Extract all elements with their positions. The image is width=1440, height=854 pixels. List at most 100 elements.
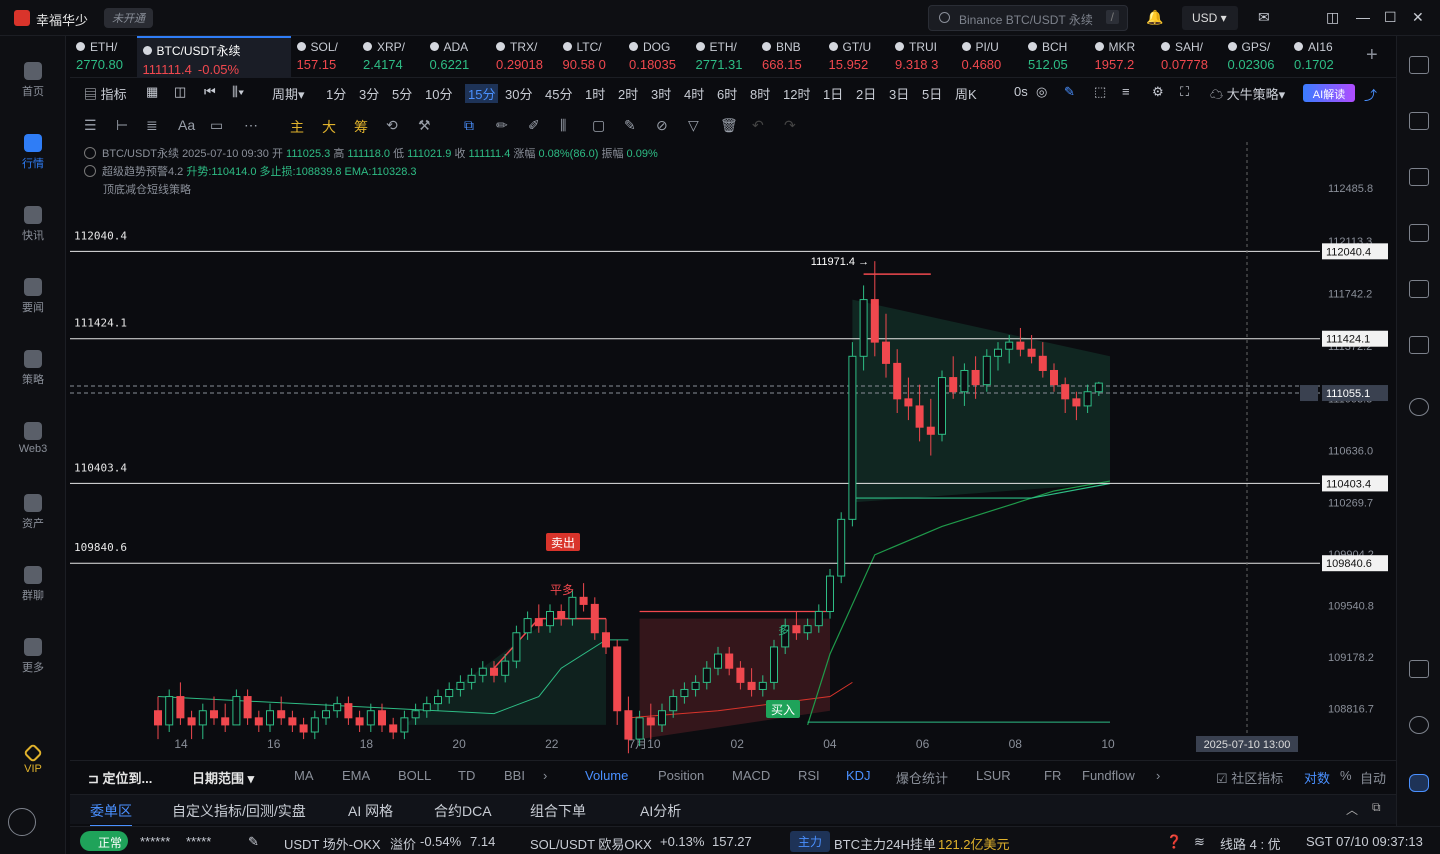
panel-tab-1[interactable]: 自定义指标/回测/实盘 — [172, 801, 306, 821]
layout-grid-icon[interactable]: ◫ — [174, 84, 186, 100]
main-tool[interactable]: 主 — [290, 117, 304, 137]
panel-tab-4[interactable]: 组合下单 — [530, 801, 586, 821]
replay-icon[interactable]: ⏮ — [204, 84, 216, 100]
list-icon[interactable] — [1409, 56, 1429, 74]
redo-icon[interactable]: ↷ — [784, 117, 796, 134]
period-3[interactable]: 10分 — [425, 84, 452, 103]
nav-item-4[interactable]: 策略 — [0, 350, 66, 387]
indicator-tab-1[interactable]: EMA — [342, 768, 370, 783]
community-indicator-link[interactable]: ☑ 社区指标 — [1216, 768, 1283, 787]
date-range-dropdown[interactable]: 日期范围 ▾ — [192, 768, 254, 787]
indicator-tab-9[interactable]: KDJ — [846, 768, 871, 783]
edit-icon[interactable]: ✎ — [248, 834, 259, 850]
chart-type-icon[interactable]: ⫼▾ — [232, 84, 244, 100]
indicator-tab-11[interactable]: LSUR — [976, 768, 1011, 783]
big-tool[interactable]: 大 — [322, 117, 336, 137]
edit-icon[interactable]: ✎ — [624, 117, 636, 134]
indicator-tab-0[interactable]: MA — [294, 768, 314, 783]
period-12[interactable]: 8时 — [750, 84, 770, 103]
settings-icon[interactable]: ⚙ — [1152, 84, 1164, 100]
indicator-button[interactable]: ▤ 指标 — [84, 84, 127, 103]
close-icon[interactable]: ✕ — [1412, 9, 1424, 26]
more-tools-icon[interactable]: ⋯ — [244, 117, 258, 134]
period-13[interactable]: 12时 — [783, 84, 810, 103]
panel-tab-3[interactable]: 合约DCA — [434, 801, 492, 821]
card-icon[interactable] — [1409, 336, 1429, 354]
ticker-9[interactable]: BNB 668.15 — [756, 36, 822, 78]
period-10[interactable]: 4时 — [684, 84, 704, 103]
select-icon[interactable]: ⬚ — [1094, 84, 1106, 100]
list-tool-icon[interactable]: ☰ — [84, 117, 97, 134]
period-2[interactable]: 5分 — [392, 84, 412, 103]
pencil-icon[interactable]: ✏ — [496, 117, 508, 134]
fib-tool-icon[interactable]: ≣ — [146, 117, 158, 134]
period-16[interactable]: 3日 — [889, 84, 909, 103]
swap-icon[interactable] — [1409, 398, 1429, 416]
period-14[interactable]: 1日 — [823, 84, 843, 103]
period-9[interactable]: 3时 — [651, 84, 671, 103]
connection-status[interactable]: 正常 — [80, 831, 128, 851]
camera-icon[interactable]: ◎ — [1036, 84, 1047, 100]
panel-tab-5[interactable]: AI分析 — [640, 801, 681, 821]
collapse-icon[interactable]: ︿ — [1346, 801, 1358, 818]
chip-tool[interactable]: 筹 — [354, 117, 368, 137]
chevron-right-icon[interactable]: › — [1156, 768, 1160, 783]
period-4[interactable]: 15分 — [465, 84, 499, 103]
ticker-2[interactable]: SOL/157.15 — [291, 36, 357, 78]
period-0[interactable]: 1分 — [326, 84, 346, 103]
indicator-tab-10[interactable]: 爆仓统计 — [896, 768, 948, 787]
ai-analysis-button[interactable]: AI解读 — [1303, 84, 1355, 102]
fullscreen-icon[interactable]: ⛶ — [1180, 84, 1189, 100]
nav-item-3[interactable]: 要闻 — [0, 278, 66, 315]
eraser-icon[interactable]: ✐ — [528, 117, 540, 134]
ticker-1[interactable]: BTC/USDT永续 111111.4 -0.05% — [136, 36, 291, 78]
bell-icon[interactable]: 🔔 — [1146, 9, 1163, 26]
line-quality[interactable]: 线路 4 : 优 — [1220, 834, 1281, 853]
ticker-6[interactable]: LTC/90.58 0 — [557, 36, 623, 78]
ticker-0[interactable]: ETH/2770.80 — [70, 36, 136, 78]
currency-select[interactable]: USD ▾ — [1182, 6, 1238, 30]
locate-button[interactable]: ⊐ 定位到... — [88, 768, 152, 787]
period-18[interactable]: 周K — [955, 84, 977, 103]
period-dropdown[interactable]: 周期▾ — [272, 84, 305, 103]
monitor-icon[interactable] — [1409, 280, 1429, 298]
auto-toggle[interactable]: 自动 — [1360, 768, 1386, 787]
period-5[interactable]: 30分 — [505, 84, 532, 103]
period-15[interactable]: 2日 — [856, 84, 876, 103]
panel-tab-2[interactable]: AI 网格 — [348, 801, 393, 821]
layout-icon[interactable]: ◫ — [1326, 9, 1339, 26]
panel-tab-0[interactable]: 委单区 — [90, 801, 132, 827]
percent-toggle[interactable]: % — [1340, 768, 1352, 783]
period-11[interactable]: 6时 — [717, 84, 737, 103]
indicator-tab-4[interactable]: BBI — [504, 768, 525, 783]
ticker-17[interactable]: AI16 0.1702 — [1288, 36, 1354, 78]
menu-icon[interactable]: ≡ — [1122, 84, 1130, 99]
nav-item-5[interactable]: Web3 — [0, 422, 66, 455]
period-17[interactable]: 5日 — [922, 84, 942, 103]
minimize-icon[interactable]: — — [1356, 9, 1370, 25]
brush-icon[interactable]: ⚒ — [418, 117, 431, 134]
indicator-tab-2[interactable]: BOLL — [398, 768, 431, 783]
mail-icon[interactable]: ✉ — [1258, 9, 1270, 26]
chevron-right-icon[interactable]: › — [543, 768, 547, 783]
pen-icon[interactable]: ✎ — [1064, 84, 1075, 100]
indicator-tab-8[interactable]: RSI — [798, 768, 820, 783]
nav-item-0[interactable]: 首页 — [0, 62, 66, 99]
ticker-3[interactable]: XRP/2.4174 — [357, 36, 423, 78]
settings-gear-icon[interactable] — [8, 808, 36, 836]
nav-item-2[interactable]: 快讯 — [0, 206, 66, 243]
nav-item-8[interactable]: 更多 — [0, 638, 66, 675]
ticker-11[interactable]: TRUI 9.318 3 — [889, 36, 955, 78]
account-badge[interactable]: 未开通 — [104, 8, 153, 28]
indicator-tab-7[interactable]: MACD — [732, 768, 770, 783]
ticker-10[interactable]: GT/U 15.952 — [823, 36, 889, 78]
trend-icon[interactable] — [1409, 224, 1429, 242]
ticker-16[interactable]: GPS/0.02306 — [1222, 36, 1288, 78]
chart-canvas[interactable]: 112485.8112113.3111742.2111372.2111003.3… — [70, 142, 1392, 756]
indicator-tab-6[interactable]: Position — [658, 768, 704, 783]
ticker-14[interactable]: MKR 1957.2 — [1089, 36, 1155, 78]
add-ticker-icon[interactable]: + — [1366, 44, 1378, 67]
price-chart[interactable]: BTC/USDT永续 2025-07-10 09:30 开 111025.3 高… — [70, 142, 1392, 756]
ticker-15[interactable]: SAH/0.07778 — [1155, 36, 1221, 78]
ticker-5[interactable]: TRX/0.29018 — [490, 36, 556, 78]
